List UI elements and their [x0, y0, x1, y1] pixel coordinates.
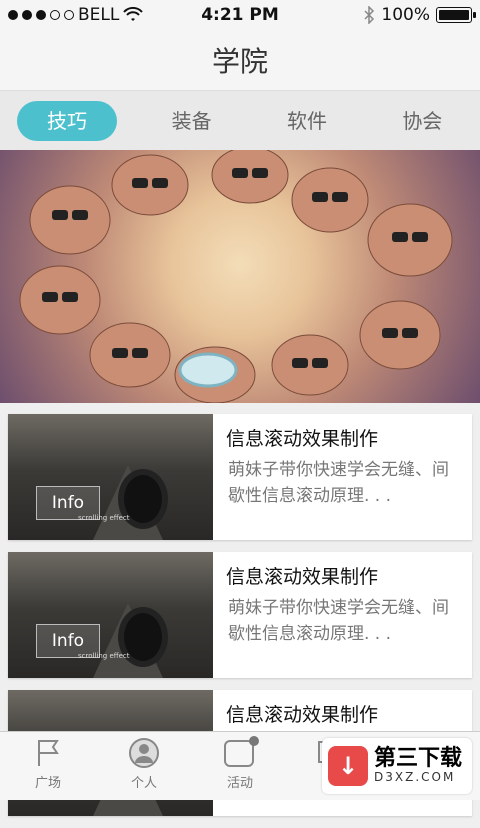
page-title: 学院: [0, 30, 480, 91]
person-icon: [127, 738, 161, 768]
tab-tips[interactable]: 技巧: [17, 100, 117, 141]
article-thumbnail: Info scrolling effect: [8, 414, 213, 540]
tabbar-label: 活动: [226, 776, 253, 791]
banner-image[interactable]: [0, 150, 480, 403]
activity-icon: [223, 736, 259, 768]
battery-percent: 100%: [381, 5, 430, 25]
thumb-sub: scrolling effect: [78, 514, 130, 522]
tabbar-item-activity[interactable]: 活动: [205, 736, 275, 791]
battery-icon: [436, 7, 476, 23]
article-thumbnail: Info scrolling effect: [8, 552, 213, 678]
group-photo-illustration: [19, 150, 453, 403]
article-card[interactable]: Info scrolling effect 信息滚动效果制作 萌妹子带你快速学会…: [8, 414, 472, 540]
watermark-logo: ↓ 第三下载 D3XZ.COM: [322, 738, 472, 794]
bottom-tab-bar: 广场 个人 活动 ↓ 第三下载 D3XZ.COM: [0, 731, 480, 800]
tabbar-label: 广场: [34, 776, 61, 791]
tab-association[interactable]: 协会: [365, 101, 480, 141]
watermark-main: 第三下载: [374, 746, 463, 771]
notification-badge: [249, 736, 259, 746]
article-title: 信息滚动效果制作: [226, 704, 379, 726]
article-card[interactable]: Info scrolling effect 信息滚动效果制作 萌妹子带你快速学会…: [8, 552, 472, 678]
article-title: 信息滚动效果制作: [226, 566, 379, 588]
bluetooth-icon: [364, 6, 375, 24]
tabbar-label: 个人: [130, 776, 157, 791]
article-description: 萌妹子带你快速学会无缝、间歇性信息滚动原理. . .: [228, 460, 449, 506]
category-tabs: 技巧 装备 软件 协会: [0, 91, 480, 150]
tab-software[interactable]: 软件: [249, 101, 364, 141]
watermark-sub: D3XZ.COM: [374, 770, 456, 784]
tabbar-item-square[interactable]: 广场: [13, 738, 83, 791]
tab-gear[interactable]: 装备: [134, 101, 249, 141]
article-description: 萌妹子带你快速学会无缝、间歇性信息滚动原理. . .: [228, 598, 449, 644]
thumb-sub: scrolling effect: [78, 652, 130, 660]
download-logo-icon: ↓: [328, 746, 368, 786]
tabbar-item-personal[interactable]: 个人: [109, 738, 179, 791]
status-bar: BELL 4:21 PM 100%: [0, 0, 480, 30]
status-right: 100%: [363, 5, 476, 25]
flag-icon: [31, 738, 65, 768]
article-title: 信息滚动效果制作: [226, 428, 379, 450]
